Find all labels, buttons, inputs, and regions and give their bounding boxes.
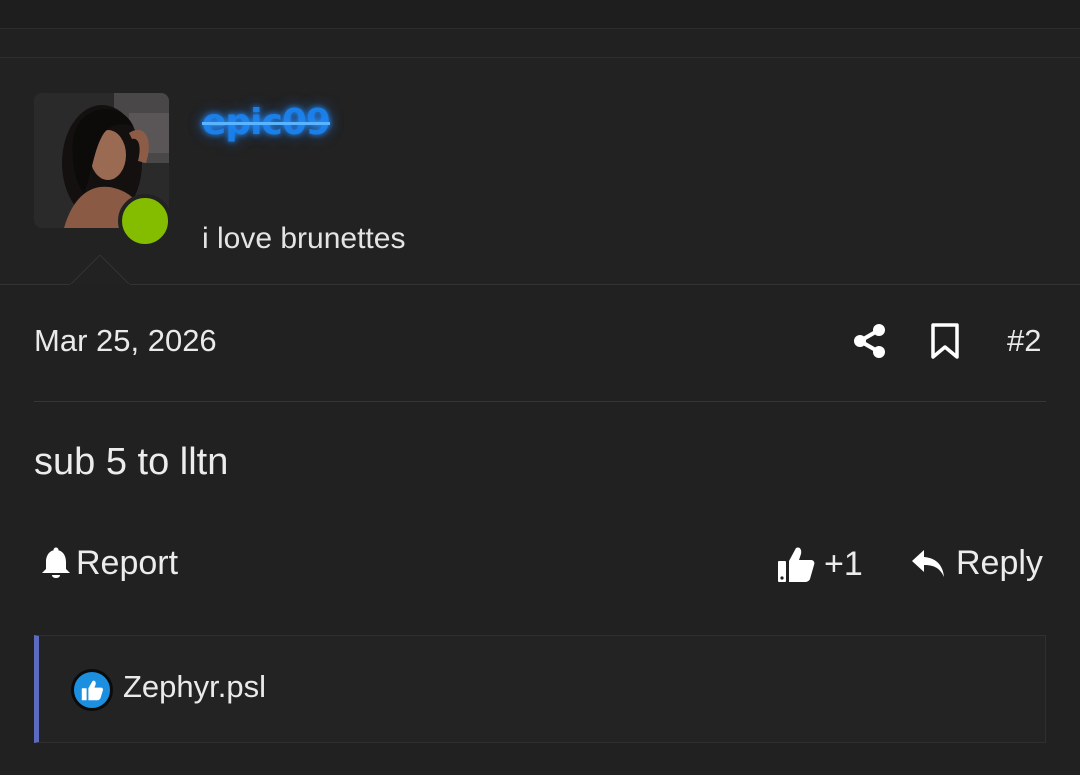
user-title: i love brunettes bbox=[202, 222, 406, 255]
reactions-bar[interactable]: Zephyr.psl bbox=[34, 635, 1046, 743]
online-status-indicator bbox=[118, 194, 172, 248]
forum-post-page: epic09 i love brunettes Mar 25, 2026 #2 … bbox=[0, 0, 1080, 775]
post-date[interactable]: Mar 25, 2026 bbox=[34, 323, 217, 359]
post-number-link[interactable]: #2 bbox=[1007, 323, 1041, 359]
previous-post-strip bbox=[0, 0, 1080, 29]
bell-icon bbox=[42, 547, 70, 578]
thumbs-up-icon bbox=[778, 547, 815, 582]
post-author-block: epic09 i love brunettes bbox=[0, 58, 1080, 285]
like-badge-icon bbox=[71, 669, 113, 711]
reply-label: Reply bbox=[956, 544, 1043, 582]
like-reaction-button[interactable]: +1 bbox=[776, 544, 863, 584]
reaction-count: +1 bbox=[824, 544, 863, 583]
reply-arrow-icon bbox=[912, 549, 944, 577]
reply-button[interactable]: Reply bbox=[910, 544, 1043, 583]
username[interactable]: epic09 bbox=[202, 102, 331, 143]
reactor-username[interactable]: Zephyr.psl bbox=[123, 669, 266, 705]
thumbs-up-icon bbox=[81, 680, 104, 701]
bookmark-icon[interactable] bbox=[928, 322, 962, 360]
report-label: Report bbox=[76, 544, 179, 582]
post-header-divider bbox=[34, 401, 1046, 402]
post-body-text: sub 5 to lltn bbox=[34, 441, 229, 483]
share-icon[interactable] bbox=[852, 322, 888, 360]
author-pointer-arrow bbox=[70, 255, 130, 285]
report-button[interactable]: Report bbox=[40, 544, 178, 583]
